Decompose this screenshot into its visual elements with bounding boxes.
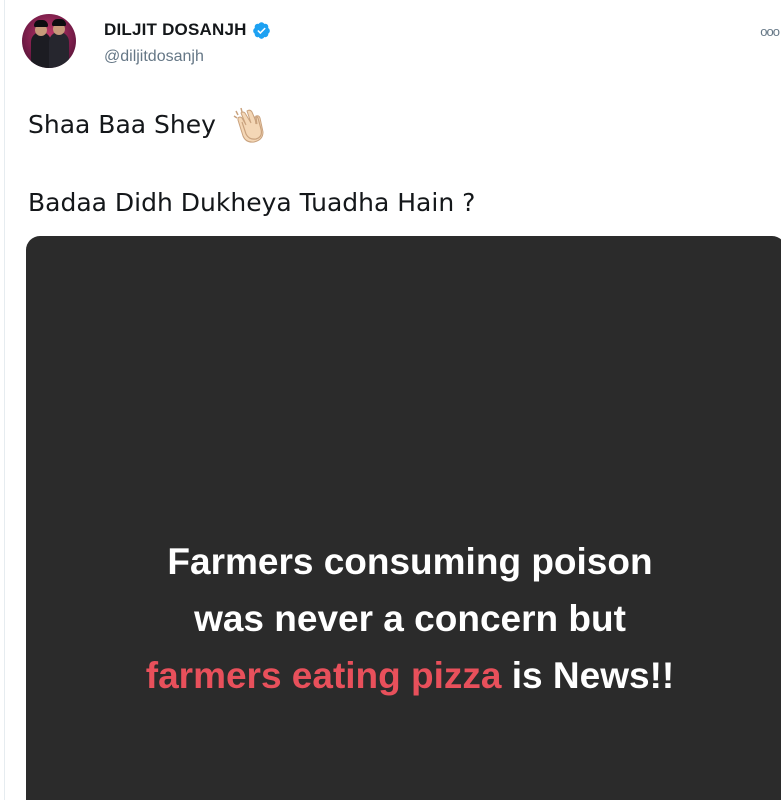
- author-handle[interactable]: @diljitdosanjh: [104, 48, 204, 66]
- media-caption-line-1: Farmers consuming poison: [167, 541, 653, 582]
- tweet-media-image[interactable]: [26, 236, 781, 800]
- media-caption-line-3-rest: is News!!: [501, 655, 675, 696]
- avatar-figure-right: [49, 32, 69, 68]
- author-display-name[interactable]: DILJIT DOSANJH: [104, 20, 247, 40]
- tweet-card: DILJIT DOSANJH @diljitdosanjh ooo Shaa B…: [0, 0, 781, 800]
- media-caption-line-3: farmers eating pizza is News!!: [30, 647, 781, 704]
- tweet-text-line-2: Badaa Didh Dukheya Tuadha Hain ?: [28, 188, 476, 217]
- tweet-text-line-1-text: Shaa Baa Shey: [28, 110, 216, 139]
- clapping-hands-icon: [233, 107, 264, 143]
- timeline-border: [4, 0, 5, 800]
- media-caption-line-2: was never a concern but: [194, 598, 626, 639]
- media-caption: Farmers consuming poison was never a con…: [30, 533, 781, 704]
- avatar-turban-right: [52, 19, 66, 26]
- tweet-text-line-1: Shaa Baa Shey: [28, 106, 270, 146]
- author-name-row[interactable]: DILJIT DOSANJH: [104, 20, 271, 40]
- more-options-icon[interactable]: ooo: [760, 24, 780, 39]
- avatar-figure-left: [31, 32, 51, 68]
- avatar-turban-left: [34, 20, 48, 27]
- media-caption-highlight: farmers eating pizza: [145, 655, 502, 696]
- avatar[interactable]: [22, 14, 76, 68]
- verified-badge-icon: [252, 21, 270, 39]
